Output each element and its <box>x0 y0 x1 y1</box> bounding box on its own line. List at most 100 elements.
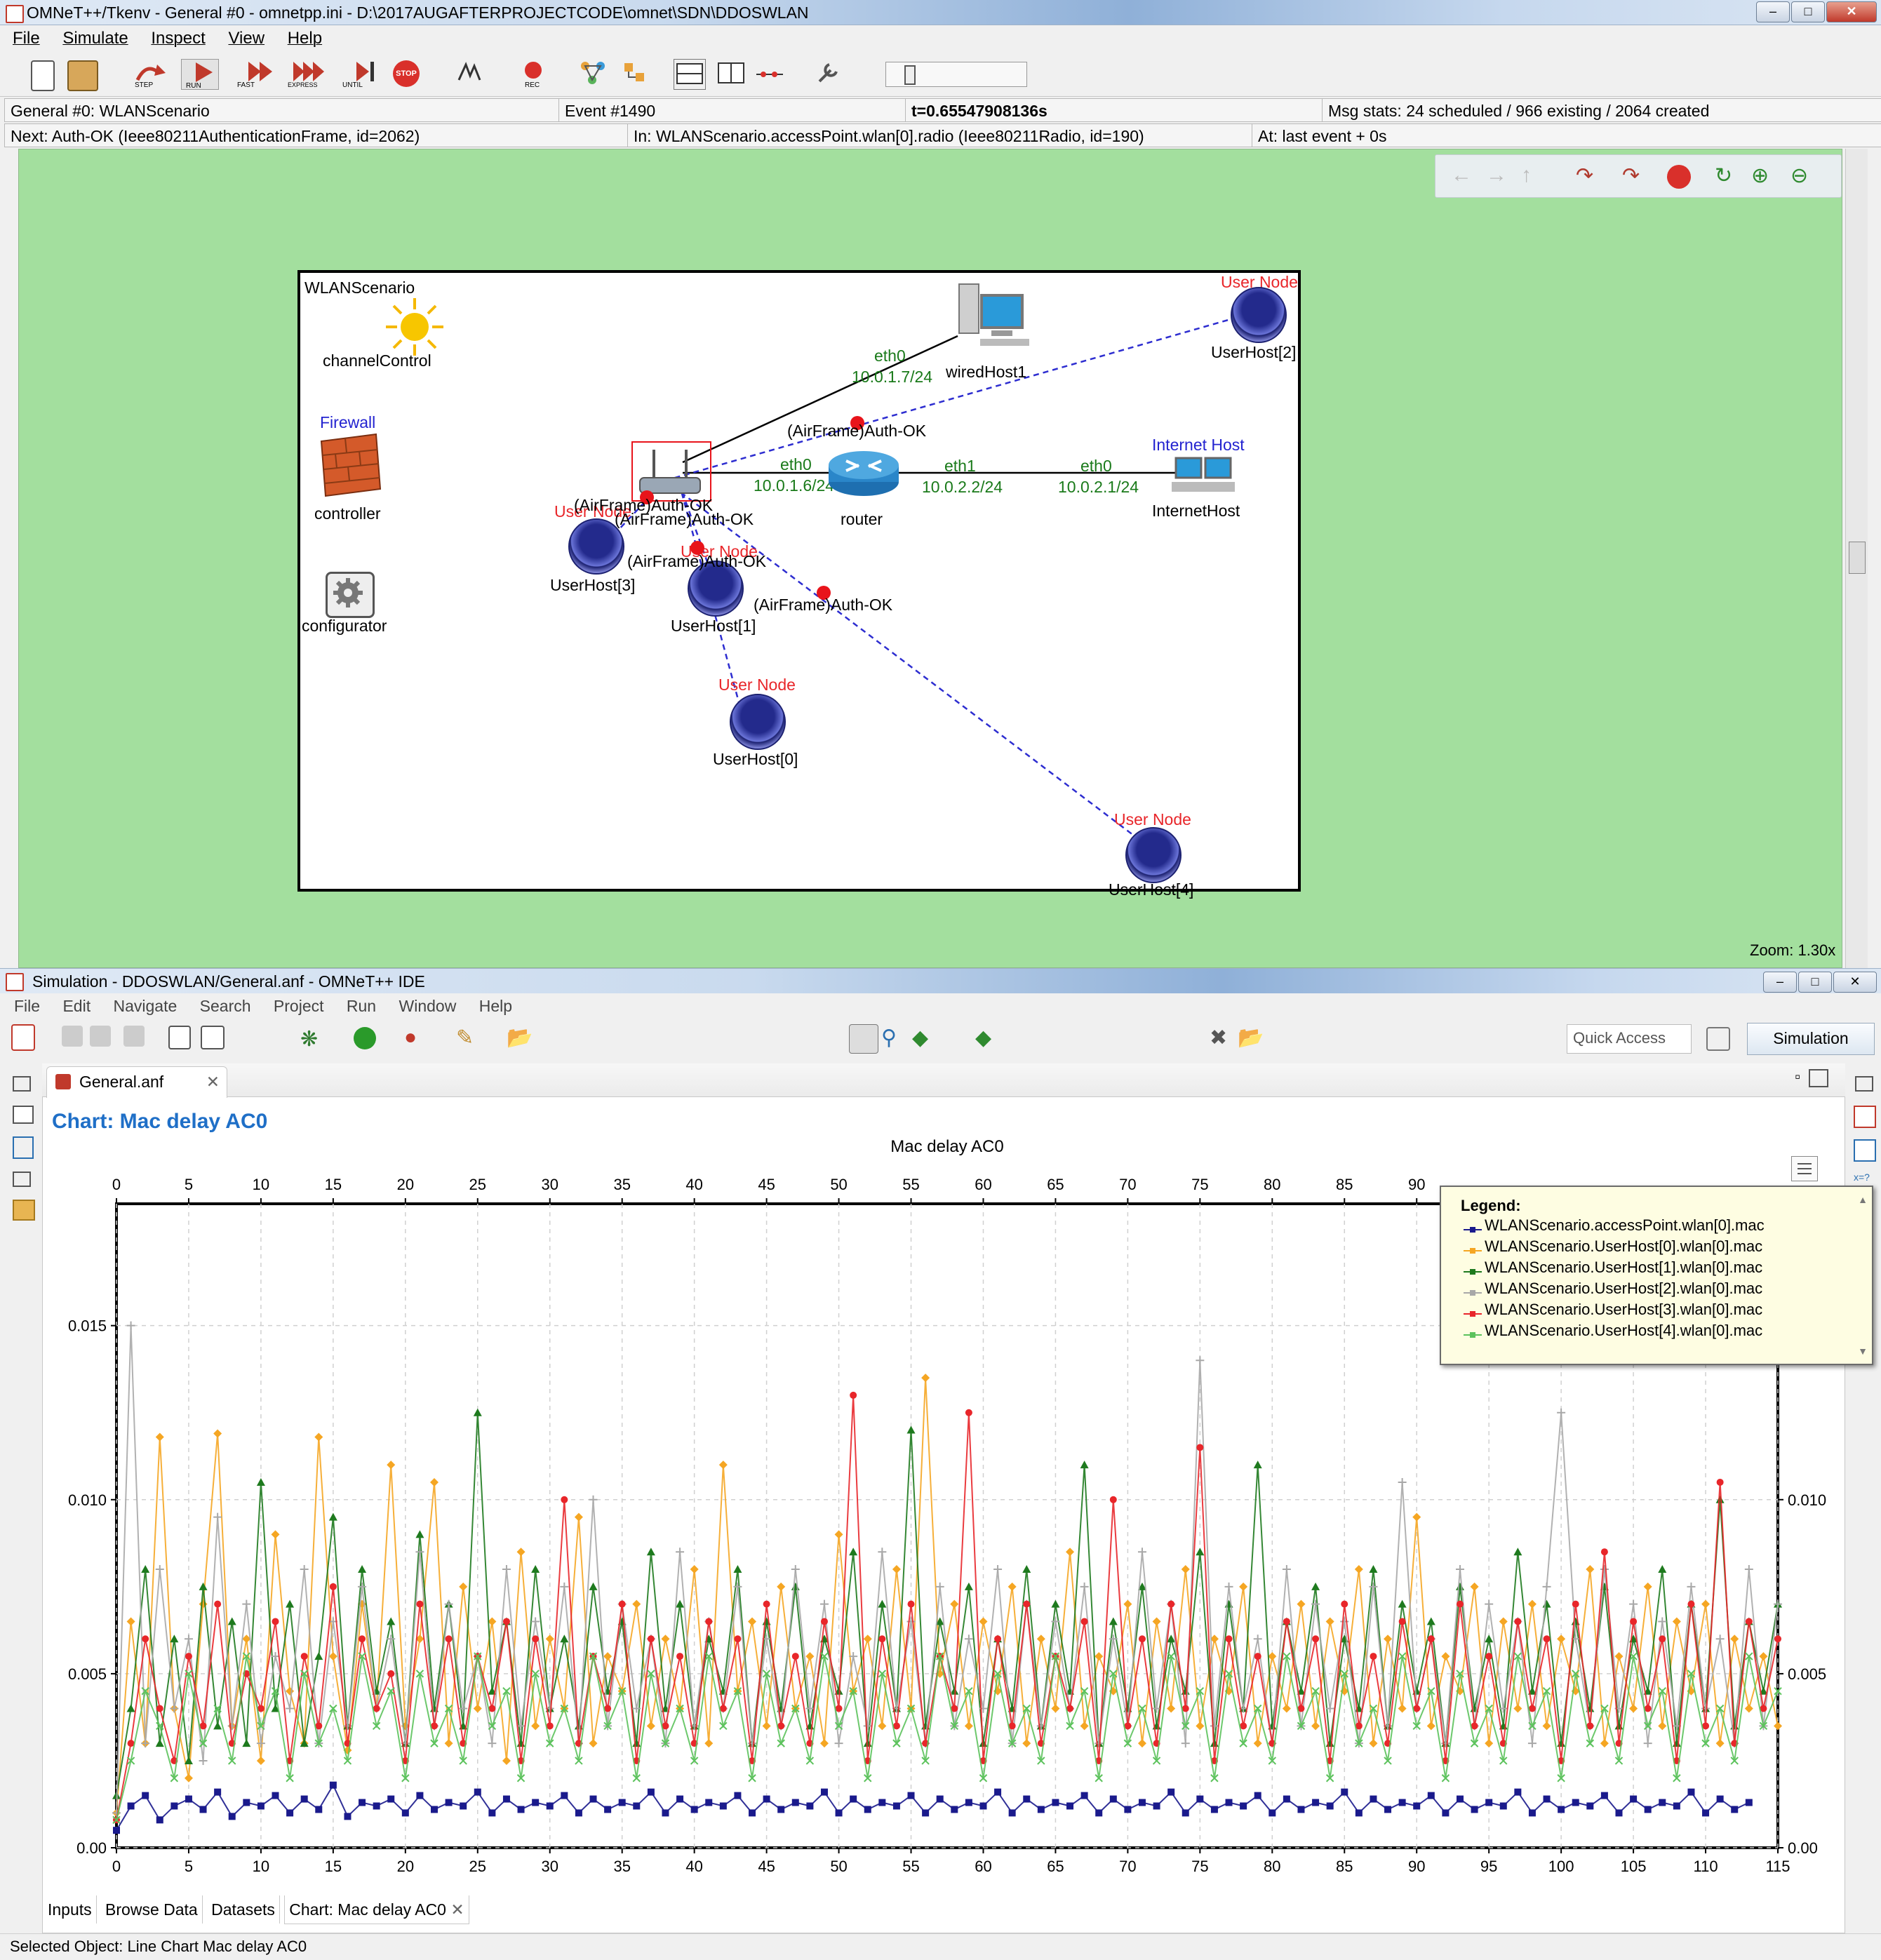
zoom-out-icon[interactable]: ⊖ <box>1790 163 1808 188</box>
save-icon[interactable] <box>62 1026 83 1047</box>
slider-thumb[interactable] <box>904 65 916 85</box>
animation-speed-slider[interactable] <box>885 62 1027 87</box>
sun-icon[interactable] <box>384 297 445 357</box>
zoom-tool-icon[interactable]: ⚲ <box>881 1026 909 1054</box>
data-point <box>1196 1444 1204 1451</box>
data-point <box>243 1799 250 1806</box>
minimize-button[interactable]: – <box>1756 1 1790 22</box>
forward-arrow-icon[interactable]: → <box>1486 163 1507 187</box>
restore-icon-2[interactable] <box>13 1172 31 1187</box>
animation-options-icon[interactable] <box>456 59 484 88</box>
project-explorer-icon[interactable] <box>13 1106 34 1124</box>
menu-file[interactable]: File <box>13 25 40 52</box>
internet-host-icon[interactable] <box>1169 454 1239 499</box>
tab-close-icon[interactable]: ✕ <box>206 1067 220 1096</box>
run-module-icon[interactable]: ↷ <box>1622 163 1640 188</box>
module-hierarchy-icon[interactable] <box>1854 1139 1876 1162</box>
debug-icon[interactable]: ❋ <box>300 1027 328 1055</box>
ide-menu-file[interactable]: File <box>14 993 40 1019</box>
ide-menu-window[interactable]: Window <box>399 993 457 1019</box>
step-button[interactable]: STEP <box>133 59 173 89</box>
zoom-vertical-icon[interactable]: ◆ <box>975 1026 1003 1054</box>
simulation-perspective-button[interactable]: Simulation <box>1747 1023 1875 1055</box>
timeline-icon[interactable] <box>755 59 786 88</box>
print-icon[interactable] <box>123 1026 145 1047</box>
ide-close-button[interactable]: ✕ <box>1833 972 1877 993</box>
fast-button[interactable]: FAST <box>236 59 276 89</box>
run-button[interactable]: RUN <box>181 59 219 90</box>
open-folder-icon[interactable]: 📂 <box>507 1026 535 1054</box>
step-icon[interactable]: ↷ <box>1576 163 1593 188</box>
data-point <box>1370 1653 1377 1660</box>
canvas-scrollbar[interactable] <box>1845 149 1868 968</box>
ide-menu-edit[interactable]: Edit <box>62 993 91 1019</box>
legend-scroll-down-icon[interactable]: ▼ <box>1858 1345 1868 1357</box>
stop-button[interactable]: STOP <box>393 60 420 87</box>
editor-maximize-icon[interactable] <box>1809 1069 1828 1087</box>
user-host-0-icon[interactable] <box>730 694 786 750</box>
tab-chart-mac-delay[interactable]: Chart: Mac delay AC0 ✕ <box>284 1895 469 1924</box>
open-perspective-icon[interactable] <box>1706 1027 1730 1051</box>
split-vertical-icon[interactable] <box>716 59 747 88</box>
record-button[interactable]: REC <box>521 59 549 89</box>
editor-minimize-icon[interactable]: ▫ <box>1795 1068 1800 1086</box>
tab-inputs[interactable]: Inputs <box>43 1895 97 1924</box>
run-icon[interactable] <box>354 1027 376 1049</box>
quick-access-input[interactable]: Quick Access <box>1567 1024 1692 1054</box>
settings-wrench-icon[interactable] <box>814 59 842 88</box>
wired-host-icon[interactable] <box>956 280 1033 350</box>
pan-tool-icon[interactable] <box>849 1024 878 1054</box>
express-button[interactable]: EXPRESS <box>288 59 333 88</box>
router-icon[interactable] <box>825 448 902 499</box>
folder-icon[interactable] <box>13 1200 35 1221</box>
user-host-2-icon[interactable] <box>1231 287 1287 343</box>
general-anf-tab[interactable]: General.anf ✕ <box>46 1066 227 1098</box>
chart-legend[interactable]: Legend: ▲ ▼ WLANScenario.accessPoint.wla… <box>1440 1186 1873 1365</box>
refresh-icon[interactable]: ↻ <box>1715 163 1732 188</box>
ide-menu-project[interactable]: Project <box>274 993 324 1019</box>
menu-view[interactable]: View <box>228 25 265 52</box>
right-restore-icon[interactable] <box>1855 1076 1873 1092</box>
external-tools-icon[interactable]: ✎ <box>456 1026 484 1054</box>
ide-menu-search[interactable]: Search <box>200 993 251 1019</box>
tab-datasets[interactable]: Datasets <box>207 1895 280 1924</box>
split-horizontal-icon[interactable] <box>674 59 706 90</box>
menu-help[interactable]: Help <box>288 25 322 52</box>
zoom-horizontal-icon[interactable]: ◆ <box>912 1026 940 1054</box>
chart-tab-close-icon[interactable]: ✕ <box>450 1900 464 1919</box>
binary-file-icon[interactable] <box>168 1026 191 1049</box>
firewall-icon[interactable] <box>317 431 382 499</box>
menu-simulate[interactable]: Simulate <box>62 25 128 52</box>
ide-menu-navigate[interactable]: Navigate <box>113 993 177 1019</box>
restore-icon[interactable] <box>13 1076 31 1092</box>
stop-module-icon[interactable] <box>1667 165 1691 189</box>
menu-inspect[interactable]: Inspect <box>151 25 205 52</box>
legend-scroll-up-icon[interactable]: ▲ <box>1858 1194 1868 1205</box>
ide-maximize-button[interactable]: □ <box>1798 972 1832 993</box>
until-button[interactable]: UNTIL <box>341 59 383 89</box>
properties-icon[interactable] <box>1854 1106 1876 1128</box>
configurator-icon[interactable] <box>326 572 375 618</box>
ide-menu-run[interactable]: Run <box>347 993 376 1019</box>
network-graph-icon[interactable] <box>578 59 609 88</box>
profile-icon[interactable]: ● <box>404 1026 432 1054</box>
zoom-in-icon[interactable]: ⊕ <box>1751 163 1769 188</box>
load-network-icon[interactable] <box>67 60 98 91</box>
object-tree-icon[interactable] <box>620 59 648 88</box>
outline-icon[interactable] <box>13 1136 34 1159</box>
maximize-button[interactable]: □ <box>1791 1 1825 22</box>
scrollbar-thumb[interactable] <box>1849 542 1866 574</box>
back-arrow-icon[interactable]: ← <box>1451 163 1472 187</box>
up-arrow-icon[interactable]: ↑ <box>1521 163 1532 187</box>
open-icon[interactable]: 📂 <box>1238 1026 1266 1054</box>
new-icon[interactable] <box>11 1024 35 1051</box>
save-all-icon[interactable] <box>90 1026 111 1047</box>
close-button[interactable]: ✕ <box>1826 1 1877 22</box>
ide-minimize-button[interactable]: – <box>1763 972 1797 993</box>
user-host-4-icon[interactable] <box>1125 827 1182 883</box>
new-run-icon[interactable] <box>31 60 55 91</box>
tab-browse-data[interactable]: Browse Data <box>101 1895 203 1924</box>
delete-icon[interactable]: ✖ <box>1210 1026 1238 1054</box>
edit-icon[interactable] <box>201 1026 225 1049</box>
ide-menu-help[interactable]: Help <box>479 993 512 1019</box>
